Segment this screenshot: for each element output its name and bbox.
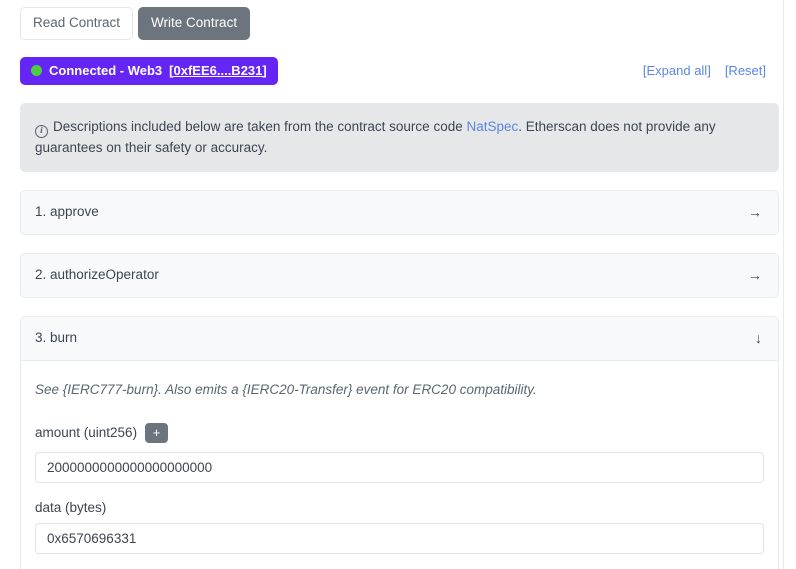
field-amount-label: amount (uint256) bbox=[35, 424, 138, 440]
page-right-edge bbox=[783, 0, 784, 569]
function-card-burn: 3. burn ↓ See {IERC777-burn}. Also emits… bbox=[20, 315, 779, 569]
function-header-burn[interactable]: 3. burn ↓ bbox=[21, 316, 778, 361]
function-header-approve[interactable]: 1. approve → bbox=[21, 190, 778, 234]
data-input[interactable] bbox=[35, 523, 764, 555]
natspec-notice: i Descriptions included below are taken f… bbox=[20, 102, 779, 172]
field-amount: amount (uint256) + bbox=[35, 422, 764, 483]
function-header-authorizeoperator[interactable]: 2. authorizeOperator → bbox=[21, 253, 778, 297]
notice-text-before: Descriptions included below are taken fr… bbox=[53, 118, 467, 134]
page-content: Read Contract Write Contract Connected -… bbox=[20, 0, 779, 569]
info-circle-icon: i bbox=[35, 124, 48, 138]
expand-all-link[interactable]: [Expand all] bbox=[643, 63, 711, 78]
field-amount-label-row: amount (uint256) + bbox=[35, 422, 762, 443]
field-data-label-row: data (bytes) bbox=[35, 501, 762, 515]
function-description: See {IERC777-burn}. Also emits a {IERC20… bbox=[35, 381, 537, 397]
arrow-right-icon[interactable]: → bbox=[748, 205, 762, 219]
arrow-down-icon[interactable]: ↓ bbox=[755, 331, 762, 345]
connected-label: Connected - Web3 bbox=[49, 62, 163, 78]
function-body-burn: See {IERC777-burn}. Also emits a {IERC20… bbox=[21, 360, 778, 569]
wallet-status-row: Connected - Web3 [0xfEE6....B231] [Expan… bbox=[20, 56, 779, 85]
function-title: 1. approve bbox=[35, 203, 99, 219]
write-contract-page: Read Contract Write Contract Connected -… bbox=[0, 0, 796, 569]
field-data: data (bytes) bbox=[35, 501, 764, 555]
wallet-address-link[interactable]: [0xfEE6....B231] bbox=[169, 64, 267, 77]
reset-link[interactable]: [Reset] bbox=[725, 63, 766, 78]
natspec-link[interactable]: NatSpec bbox=[466, 119, 518, 134]
header-links: [Expand all] [Reset] bbox=[643, 63, 779, 78]
field-data-label: data (bytes) bbox=[35, 499, 107, 515]
function-card-authorizeoperator: 2. authorizeOperator → bbox=[20, 252, 779, 298]
arrow-right-icon[interactable]: → bbox=[748, 268, 762, 282]
function-title: 3. burn bbox=[35, 329, 78, 345]
tab-read-contract[interactable]: Read Contract bbox=[20, 7, 134, 40]
function-title: 2. authorizeOperator bbox=[35, 266, 159, 282]
connected-wallet-badge[interactable]: Connected - Web3 [0xfEE6....B231] bbox=[20, 56, 278, 85]
contract-tabs: Read Contract Write Contract bbox=[20, 0, 779, 40]
add-amount-button[interactable]: + bbox=[145, 422, 169, 443]
status-dot-icon bbox=[31, 64, 42, 76]
amount-input[interactable] bbox=[35, 451, 764, 483]
tab-write-contract[interactable]: Write Contract bbox=[138, 7, 251, 40]
function-card-approve: 1. approve → bbox=[20, 189, 779, 235]
